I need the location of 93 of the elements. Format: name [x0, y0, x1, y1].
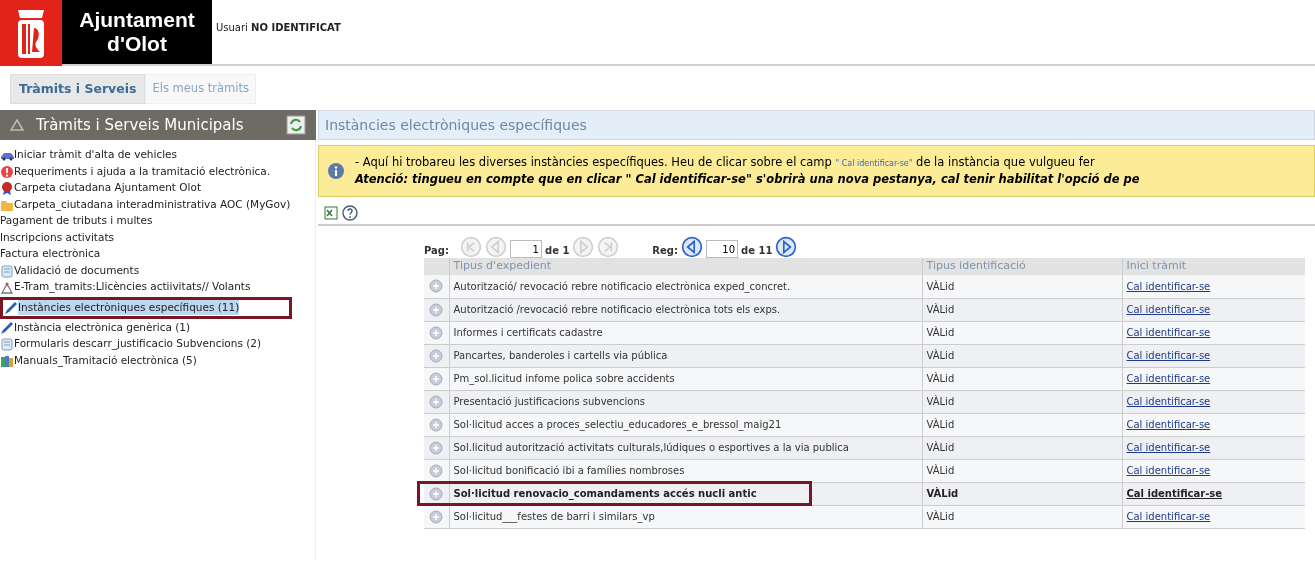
sidebar-link[interactable]: Carpeta ciutadana Ajuntament Olot [14, 180, 201, 197]
sidebar-link[interactable]: Manuals_Tramitació electrònica (5) [14, 352, 197, 369]
notice-text: - Aquí hi trobareu les diverses instàncies específiques. Heu de clicar sobre el camp " Cal identificar-se" de la instància que vulgueu fer [355, 153, 1096, 171]
table-cell: VÀLid [922, 298, 1122, 321]
sidebar-link[interactable]: Carpeta_ciutadana interadministrativa AOC (MyGov) [14, 196, 291, 213]
pen-icon [0, 320, 14, 335]
identify-link[interactable]: Cal identificar-se [1126, 511, 1211, 522]
records-label: Reg: [652, 244, 678, 258]
table-row[interactable]: Sol.licitud autorització activitats culturals,lúdiques o esportives a la via publica VÀLid Cal identificar-se [424, 436, 1305, 459]
table-cell: VÀLid [922, 275, 1122, 298]
table-row[interactable]: Sol·licitud___festes de barri i similars_vp VÀLid Cal identificar-se [424, 505, 1305, 528]
table-cell: VÀLid [922, 344, 1122, 367]
type-cell: Informes i certificats cadastre [453, 327, 603, 338]
expand-icon[interactable] [429, 440, 443, 455]
table-cell: VÀLid [922, 482, 1122, 505]
sidebar-link[interactable]: Pagament de tributs i multes [0, 213, 153, 230]
type-cell: Autorització /revocació rebre notificacio electrònica tots els exps. [453, 304, 781, 315]
table-cell: VÀLid [922, 505, 1122, 528]
page-label: Pag: [424, 244, 449, 258]
table-row[interactable]: Sol·licitud acces a proces_selectiu_educadores_e_bressol_maig21 VÀLid Cal identificar-se [424, 413, 1305, 436]
sidebar-title: Tràmits i Serveis Municipals [36, 114, 245, 136]
refresh-icon[interactable] [286, 115, 306, 135]
table-cell: VÀLid [922, 321, 1122, 344]
expand-icon[interactable] [429, 486, 443, 501]
expand-icon[interactable] [429, 279, 443, 294]
identify-link[interactable]: Cal identificar-se [1126, 304, 1211, 315]
type-cell: Sol·licitud bonificació ibi a famílies nombroses [453, 465, 685, 476]
expand-icon[interactable] [429, 325, 443, 340]
user-status: Usuari NO IDENTIFICAT [215, 21, 341, 35]
table-cell: VÀLid [922, 459, 1122, 482]
sidebar-link[interactable]: Validació de documents [14, 262, 140, 279]
table-row[interactable]: Autorització/ revocació rebre notificacio electrònica exped_concret. VÀLid Cal identificar-se [424, 275, 1305, 298]
sidebar-link[interactable]: Iniciar tràmit d'alta de vehicles [14, 147, 178, 164]
table-cell: VÀLid [922, 413, 1122, 436]
sidebar-link[interactable]: Inscripcions activitats [0, 229, 114, 246]
expand-icon[interactable] [429, 302, 443, 317]
logo-wordmark: Ajuntament d'Olot [62, 0, 212, 64]
identify-link[interactable]: Cal identificar-se [1126, 396, 1211, 407]
sidebar-link[interactable]: Instàncies electròniques específiques (11) [18, 299, 240, 316]
expand-icon[interactable] [429, 463, 443, 478]
panel-title: Instàncies electròniques específiques [318, 110, 1315, 140]
tab[interactable]: Tràmits i Serveis [10, 74, 146, 104]
books-icon [0, 353, 14, 368]
expand-icon[interactable] [429, 371, 443, 386]
page-total: de 1 [544, 244, 570, 258]
spreadsheet-icon[interactable] [324, 206, 338, 220]
exclamation-icon [0, 164, 14, 179]
expand-icon[interactable] [429, 509, 443, 524]
document-icon [0, 337, 14, 352]
next-page-button[interactable] [775, 236, 798, 258]
notice-warning: Atenció: tingueu en compte que en clicar " Cal identificar-se" s'obrirà una nova pestanya, cal tenir habilitat l'opció de pe [355, 171, 1140, 188]
triangle-icon[interactable] [10, 119, 24, 131]
type-cell: Sol.licitud autorització activitats culturals,lúdiques o esportives a la via publica [453, 442, 849, 453]
table-row[interactable]: Pm_sol.licitud infome polica sobre accidents VÀLid Cal identificar-se [424, 367, 1305, 390]
table-cell: VÀLid [922, 390, 1122, 413]
identify-link[interactable]: Cal identificar-se [1126, 280, 1211, 292]
sidebar-link[interactable]: Formularis descarr_justificacio Subvencions (2) [14, 336, 262, 353]
identify-link[interactable]: Cal identificar-se [1126, 350, 1211, 361]
document-icon [0, 263, 14, 278]
page-field[interactable]: 1 [509, 240, 542, 258]
table-cell: VÀLid [922, 367, 1122, 390]
table-row[interactable]: Pancartes, banderoles i cartells via pública VÀLid Cal identificar-se [424, 344, 1305, 367]
identify-link[interactable]: Cal identificar-se [1126, 442, 1211, 453]
records-total: de 11 [741, 244, 773, 258]
expand-icon[interactable] [429, 394, 443, 409]
identify-link[interactable]: Cal identificar-se [1126, 327, 1211, 338]
table-row[interactable]: Informes i certificats cadastre VÀLid Cal identificar-se [424, 321, 1305, 344]
sidebar-link[interactable]: E-Tram_tramits:Llicències actiivitats// Volants [14, 279, 251, 296]
identify-link[interactable]: Cal identificar-se [1126, 488, 1223, 499]
type-cell: Presentació justificacions subvencions [453, 396, 646, 407]
identify-link[interactable]: Cal identificar-se [1126, 419, 1211, 430]
type-cell: Sol·licitud___festes de barri i similars_vp [453, 511, 655, 522]
identify-link[interactable]: Cal identificar-se [1126, 465, 1211, 476]
type-cell: Sol·licitud acces a proces_selectiu_educadores_e_bressol_maig21 [453, 419, 782, 430]
type-cell: Pancartes, banderoles i cartells via pública [453, 350, 668, 361]
expand-icon[interactable] [429, 348, 443, 363]
table-row[interactable]: Presentació justificacions subvencions VÀLid Cal identificar-se [424, 390, 1305, 413]
info-icon [327, 162, 345, 180]
sidebar-link[interactable]: Factura electrònica [0, 246, 101, 263]
sidebar-link[interactable]: Requeriments i ajuda a la tramitació electrònica. [14, 163, 271, 180]
sidebar-link[interactable]: Instància electrònica genèrica (1) [14, 319, 191, 336]
type-cell: Pm_sol.licitud infome polica sobre accidents [453, 373, 675, 384]
triangle-icon [0, 280, 14, 295]
identify-link[interactable]: " Cal identificar-se" [835, 158, 913, 168]
records-field[interactable]: 10 [706, 240, 738, 258]
type-cell: Autorització/ revocació rebre notificacio electrònica exped_concret. [453, 280, 791, 292]
table-cell: VÀLid [922, 436, 1122, 459]
identify-link[interactable]: Cal identificar-se [1126, 373, 1211, 384]
prev-page-button[interactable] [681, 236, 703, 258]
expand-icon[interactable] [429, 417, 443, 432]
help-icon[interactable] [342, 205, 358, 221]
seal-icon [0, 181, 14, 196]
table-row[interactable]: Autorització /revocació rebre notificacio electrònica tots els exps. VÀLid Cal identificar-se [424, 298, 1305, 321]
